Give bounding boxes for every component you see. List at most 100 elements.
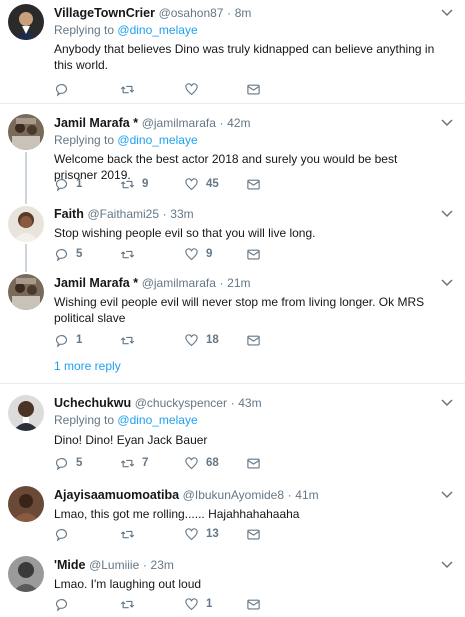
tweet[interactable]: Faith @Faithami25 · 33m Stop wishing peo… bbox=[0, 200, 465, 270]
like-button[interactable]: 68 bbox=[184, 454, 219, 472]
more-options-button[interactable] bbox=[441, 398, 453, 408]
user-handle[interactable]: @jamilmarafa bbox=[142, 276, 216, 290]
reply-icon bbox=[55, 598, 68, 612]
timestamp[interactable]: 33m bbox=[170, 207, 193, 221]
display-name[interactable]: Jamil Marafa * bbox=[54, 276, 138, 290]
reply-count: 5 bbox=[76, 457, 83, 469]
tweet[interactable]: 'Mide @Lumiiie · 23m Lmao. I'm laughing … bbox=[0, 550, 465, 617]
tweet[interactable]: Ajayisaamuomoatiba @IbukunAyomide8 · 41m… bbox=[0, 480, 465, 550]
more-options-button[interactable] bbox=[441, 8, 453, 18]
tweet[interactable]: Jamil Marafa * @jamilmarafa · 42m Replyi… bbox=[0, 104, 465, 200]
like-button[interactable]: 9 bbox=[184, 245, 212, 263]
like-button[interactable]: 18 bbox=[184, 331, 219, 349]
retweet-button[interactable]: 7 bbox=[120, 454, 148, 472]
retweet-button[interactable] bbox=[120, 80, 142, 98]
like-button[interactable]: 13 bbox=[184, 525, 219, 543]
timestamp[interactable]: 21m bbox=[227, 276, 250, 290]
heart-icon bbox=[185, 456, 198, 469]
avatar[interactable] bbox=[8, 274, 44, 310]
retweet-button[interactable] bbox=[120, 595, 142, 613]
tweet[interactable]: Jamil Marafa * @jamilmarafa · 21m Wishin… bbox=[0, 270, 465, 355]
avatar[interactable] bbox=[8, 395, 44, 431]
timestamp[interactable]: 23m bbox=[151, 558, 174, 572]
avatar[interactable] bbox=[8, 556, 44, 592]
more-options-button[interactable] bbox=[441, 560, 453, 570]
avatar[interactable] bbox=[8, 486, 44, 522]
user-handle[interactable]: @osahon87 bbox=[159, 6, 224, 20]
retweet-button[interactable] bbox=[120, 525, 142, 543]
direct-message-button[interactable] bbox=[246, 80, 261, 98]
tweet[interactable]: Uchechukwu @chuckyspencer · 43m Replying… bbox=[0, 384, 465, 480]
reply-button[interactable]: 5 bbox=[54, 454, 82, 472]
tweet-text: Stop wishing people evil so that you wil… bbox=[54, 226, 316, 240]
envelope-icon bbox=[247, 529, 260, 539]
reply-button[interactable]: 1 bbox=[54, 175, 82, 193]
reply-count: 1 bbox=[76, 334, 83, 346]
more-options-button[interactable] bbox=[441, 490, 453, 500]
timestamp[interactable]: 41m bbox=[295, 488, 318, 502]
like-button[interactable]: 1 bbox=[184, 595, 212, 613]
retweet-button[interactable]: 9 bbox=[120, 175, 148, 193]
display-name[interactable]: Jamil Marafa * bbox=[54, 116, 138, 130]
chevron-down-icon bbox=[441, 561, 453, 569]
reply-button[interactable] bbox=[54, 595, 76, 613]
retweet-icon bbox=[120, 530, 135, 538]
direct-message-button[interactable] bbox=[246, 525, 261, 543]
envelope-icon bbox=[247, 84, 260, 94]
like-button[interactable] bbox=[184, 80, 206, 98]
separator-dot: · bbox=[287, 488, 292, 502]
mention-link[interactable]: @dino_melaye bbox=[117, 133, 197, 147]
heart-icon bbox=[185, 527, 198, 540]
timestamp[interactable]: 43m bbox=[238, 396, 261, 410]
reply-icon bbox=[55, 334, 68, 348]
mention-link[interactable]: @dino_melaye bbox=[117, 413, 197, 427]
more-options-button[interactable] bbox=[441, 118, 453, 128]
more-options-button[interactable] bbox=[441, 278, 453, 288]
reply-button[interactable] bbox=[54, 525, 76, 543]
show-more-replies-link[interactable]: 1 more reply bbox=[54, 359, 121, 373]
avatar[interactable] bbox=[8, 114, 44, 150]
avatar[interactable] bbox=[8, 206, 44, 242]
tweet-text: Wishing evil people evil will never stop… bbox=[54, 295, 425, 325]
user-handle[interactable]: @IbukunAyomide8 bbox=[183, 488, 284, 502]
replying-to-label: Replying to bbox=[54, 133, 115, 147]
heart-icon bbox=[185, 177, 198, 190]
retweet-button[interactable] bbox=[120, 331, 142, 349]
tweet-text: Lmao. I'm laughing out loud bbox=[54, 577, 202, 591]
separator-dot: · bbox=[219, 116, 224, 130]
like-count: 68 bbox=[206, 457, 219, 469]
display-name[interactable]: Faith bbox=[54, 207, 84, 221]
timestamp[interactable]: 42m bbox=[227, 116, 250, 130]
separator-dot: · bbox=[230, 396, 235, 410]
timestamp[interactable]: 8m bbox=[235, 6, 252, 20]
like-count: 45 bbox=[206, 178, 219, 190]
reply-button[interactable] bbox=[54, 80, 76, 98]
reply-icon bbox=[55, 528, 68, 542]
separator-dot: · bbox=[219, 276, 224, 290]
user-handle[interactable]: @Lumiiie bbox=[89, 558, 139, 572]
envelope-icon bbox=[247, 179, 260, 189]
mention-link[interactable]: @dino_melaye bbox=[117, 23, 197, 37]
direct-message-button[interactable] bbox=[246, 245, 261, 263]
replying-to: Replying to @dino_melaye bbox=[54, 132, 443, 148]
display-name[interactable]: 'Mide bbox=[54, 558, 85, 572]
reply-icon bbox=[55, 457, 68, 471]
direct-message-button[interactable] bbox=[246, 595, 261, 613]
tweet[interactable]: VillageTownCrier @osahon87 · 8m Replying… bbox=[0, 0, 465, 103]
display-name[interactable]: Ajayisaamuomoatiba bbox=[54, 488, 179, 502]
direct-message-button[interactable] bbox=[246, 454, 261, 472]
direct-message-button[interactable] bbox=[246, 175, 261, 193]
like-button[interactable]: 45 bbox=[184, 175, 219, 193]
direct-message-button[interactable] bbox=[246, 331, 261, 349]
more-options-button[interactable] bbox=[441, 209, 453, 219]
reply-button[interactable]: 1 bbox=[54, 331, 82, 349]
display-name[interactable]: Uchechukwu bbox=[54, 396, 131, 410]
heart-icon bbox=[185, 333, 198, 346]
user-handle[interactable]: @Faithami25 bbox=[87, 207, 159, 221]
display-name[interactable]: VillageTownCrier bbox=[54, 6, 155, 20]
reply-button[interactable]: 5 bbox=[54, 245, 82, 263]
avatar[interactable] bbox=[8, 4, 44, 40]
user-handle[interactable]: @chuckyspencer bbox=[135, 396, 227, 410]
user-handle[interactable]: @jamilmarafa bbox=[142, 116, 216, 130]
retweet-button[interactable] bbox=[120, 245, 142, 263]
